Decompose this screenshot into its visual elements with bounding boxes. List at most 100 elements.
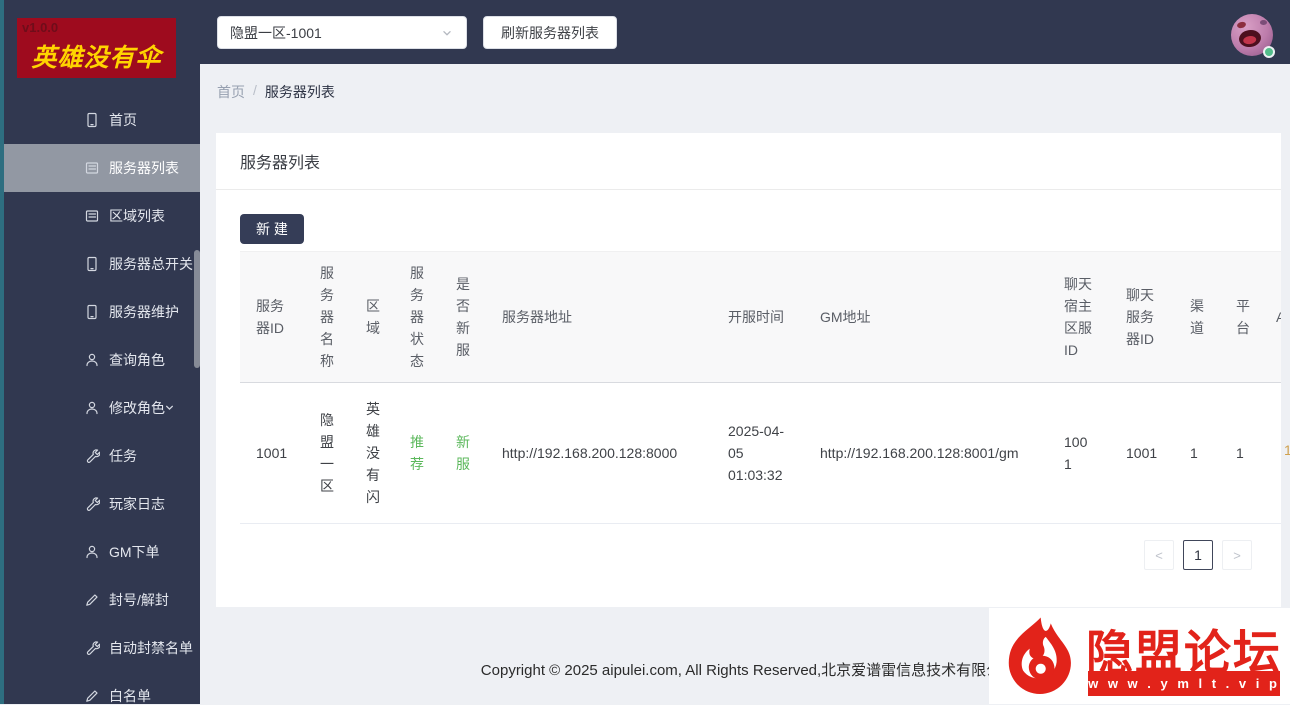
sidebar-item-label: 玩家日志 — [109, 494, 165, 514]
sidebar-item-label: 服务器维护 — [109, 302, 179, 322]
flame-logo-icon — [997, 614, 1081, 700]
user-icon — [84, 544, 100, 560]
new-button[interactable]: 新 建 — [240, 214, 304, 244]
col-platform: 平台 — [1220, 252, 1260, 383]
cell-platform: 1 — [1220, 383, 1260, 524]
sidebar-item-region-list[interactable]: 区域列表 — [0, 192, 200, 240]
chevron-down-icon — [440, 26, 454, 40]
sidebar-item-label: 查询角色 — [109, 350, 165, 370]
col-chat-host-id: 聊天宿主区服ID — [1048, 252, 1110, 383]
server-list-card: 服务器列表 新 建 服务器ID 服务器名称 区域 服务器状态 是否新服 — [216, 133, 1281, 607]
refresh-server-list-button[interactable]: 刷新服务器列表 — [483, 16, 617, 49]
cell-open-time: 2025-04-05 01:03:32 — [712, 383, 804, 524]
tablet-icon — [84, 256, 100, 272]
server-select[interactable]: 隐盟一区-1001 — [217, 16, 467, 49]
sidebar: v1.0.0 英雄没有伞 首页 服务器列表 区域列表 服务器总开关 服务器维护 … — [0, 0, 200, 704]
breadcrumb: 首页 / 服务器列表 — [217, 82, 335, 102]
wrench-icon — [84, 496, 100, 512]
pen-icon — [84, 688, 100, 704]
cell-gm-address: http://192.168.200.128:8001/gm — [804, 383, 1048, 524]
sidebar-item-label: 区域列表 — [109, 206, 165, 226]
breadcrumb-home[interactable]: 首页 — [217, 82, 245, 102]
pagination-next-button[interactable]: > — [1222, 540, 1252, 570]
card-body: 新 建 服务器ID 服务器名称 区域 服务器状态 是否新服 服务器 — [216, 190, 1281, 570]
sidebar-item-label: 修改角色 — [109, 398, 165, 418]
online-status-dot — [1263, 46, 1275, 58]
cell-server-id: 1001 — [240, 383, 304, 524]
topbar: 隐盟一区-1001 刷新服务器列表 — [200, 0, 1290, 64]
col-clipped: A — [1260, 252, 1281, 383]
sidebar-item-server-maintenance[interactable]: 服务器维护 — [0, 288, 200, 336]
col-chat-server-id: 聊天服务器ID — [1110, 252, 1174, 383]
wrench-icon — [84, 640, 100, 656]
sidebar-item-ban-unban[interactable]: 封号/解封 — [0, 576, 200, 624]
forum-watermark: 隐盟论坛 w w w . y m l t . v i p — [989, 608, 1290, 704]
cell-chat-server-id: 1001 — [1110, 383, 1174, 524]
sidebar-item-server-master-switch[interactable]: 服务器总开关 — [0, 240, 200, 288]
sidebar-item-label: 服务器列表 — [109, 158, 179, 178]
forum-url: w w w . y m l t . v i p — [1088, 671, 1280, 696]
sidebar-scrollbar[interactable] — [194, 250, 200, 368]
col-gm-address: GM地址 — [804, 252, 1048, 383]
card-header: 服务器列表 — [216, 133, 1281, 190]
avatar-detail — [1236, 21, 1246, 29]
avatar-detail — [1260, 20, 1267, 25]
sidebar-item-player-logs[interactable]: 玩家日志 — [0, 480, 200, 528]
tablet-icon — [84, 304, 100, 320]
pagination: < 1 > — [240, 540, 1252, 570]
cell-server-address: http://192.168.200.128:8000 — [486, 383, 712, 524]
cell-chat-host-id: 1001 — [1048, 383, 1110, 524]
clipped-table-fragment: 1 — [1284, 442, 1290, 458]
col-is-new: 是否新服 — [440, 252, 486, 383]
pagination-page-1[interactable]: 1 — [1183, 540, 1213, 570]
breadcrumb-current: 服务器列表 — [265, 82, 335, 102]
col-server-name: 服务器名称 — [304, 252, 350, 383]
col-server-id: 服务器ID — [240, 252, 304, 383]
table-header-row: 服务器ID 服务器名称 区域 服务器状态 是否新服 服务器地址 开服时间 GM地… — [240, 252, 1281, 383]
sidebar-item-label: 封号/解封 — [109, 590, 169, 610]
sidebar-item-query-role[interactable]: 查询角色 — [0, 336, 200, 384]
sidebar-item-modify-role[interactable]: 修改角色 — [0, 384, 200, 432]
sidebar-item-label: 首页 — [109, 110, 137, 130]
cell-clipped — [1260, 383, 1281, 524]
sidebar-item-gm-order[interactable]: GM下单 — [0, 528, 200, 576]
sidebar-item-auto-ban-list[interactable]: 自动封禁名单 — [0, 624, 200, 672]
col-channel: 渠道 — [1174, 252, 1220, 383]
wrench-icon — [84, 448, 100, 464]
breadcrumb-separator: / — [253, 82, 257, 102]
pagination-prev-button[interactable]: < — [1144, 540, 1174, 570]
sidebar-item-label: GM下单 — [109, 542, 160, 562]
server-select-value: 隐盟一区-1001 — [230, 23, 440, 43]
col-open-time: 开服时间 — [712, 252, 804, 383]
card-title: 服务器列表 — [240, 149, 320, 173]
app-version: v1.0.0 — [22, 20, 58, 35]
col-server-status: 服务器状态 — [394, 252, 440, 383]
user-avatar[interactable] — [1231, 14, 1273, 56]
tablet-icon — [84, 112, 100, 128]
refresh-button-label: 刷新服务器列表 — [501, 23, 599, 43]
app-logo: v1.0.0 英雄没有伞 — [17, 18, 176, 78]
sidebar-item-label: 服务器总开关 — [109, 254, 193, 274]
col-region: 区域 — [350, 252, 394, 383]
cell-status: 推荐 — [394, 383, 440, 524]
user-icon — [84, 352, 100, 368]
user-icon — [84, 400, 100, 416]
table-row: 1001 隐盟一区 英雄没有闪 推荐 新服 http://192.168.200… — [240, 383, 1281, 524]
app-title: 英雄没有伞 — [17, 38, 176, 74]
sidebar-item-label: 自动封禁名单 — [109, 638, 193, 658]
sidebar-menu: 首页 服务器列表 区域列表 服务器总开关 服务器维护 查询角色 修改角色 — [0, 96, 200, 704]
sidebar-item-whitelist[interactable]: 白名单 — [0, 672, 200, 704]
cell-region: 英雄没有闪 — [350, 383, 394, 524]
sidebar-item-server-list[interactable]: 服务器列表 — [0, 144, 200, 192]
list-icon — [84, 160, 100, 176]
cell-is-new: 新服 — [440, 383, 486, 524]
sidebar-item-label: 任务 — [109, 446, 137, 466]
server-table-wrapper: 服务器ID 服务器名称 区域 服务器状态 是否新服 服务器地址 开服时间 GM地… — [240, 251, 1281, 524]
list-icon — [84, 208, 100, 224]
avatar-detail — [1238, 29, 1262, 49]
chevron-down-icon — [163, 401, 176, 414]
sidebar-item-label: 白名单 — [109, 686, 151, 704]
sidebar-item-home[interactable]: 首页 — [0, 96, 200, 144]
cell-channel: 1 — [1174, 383, 1220, 524]
sidebar-item-tasks[interactable]: 任务 — [0, 432, 200, 480]
